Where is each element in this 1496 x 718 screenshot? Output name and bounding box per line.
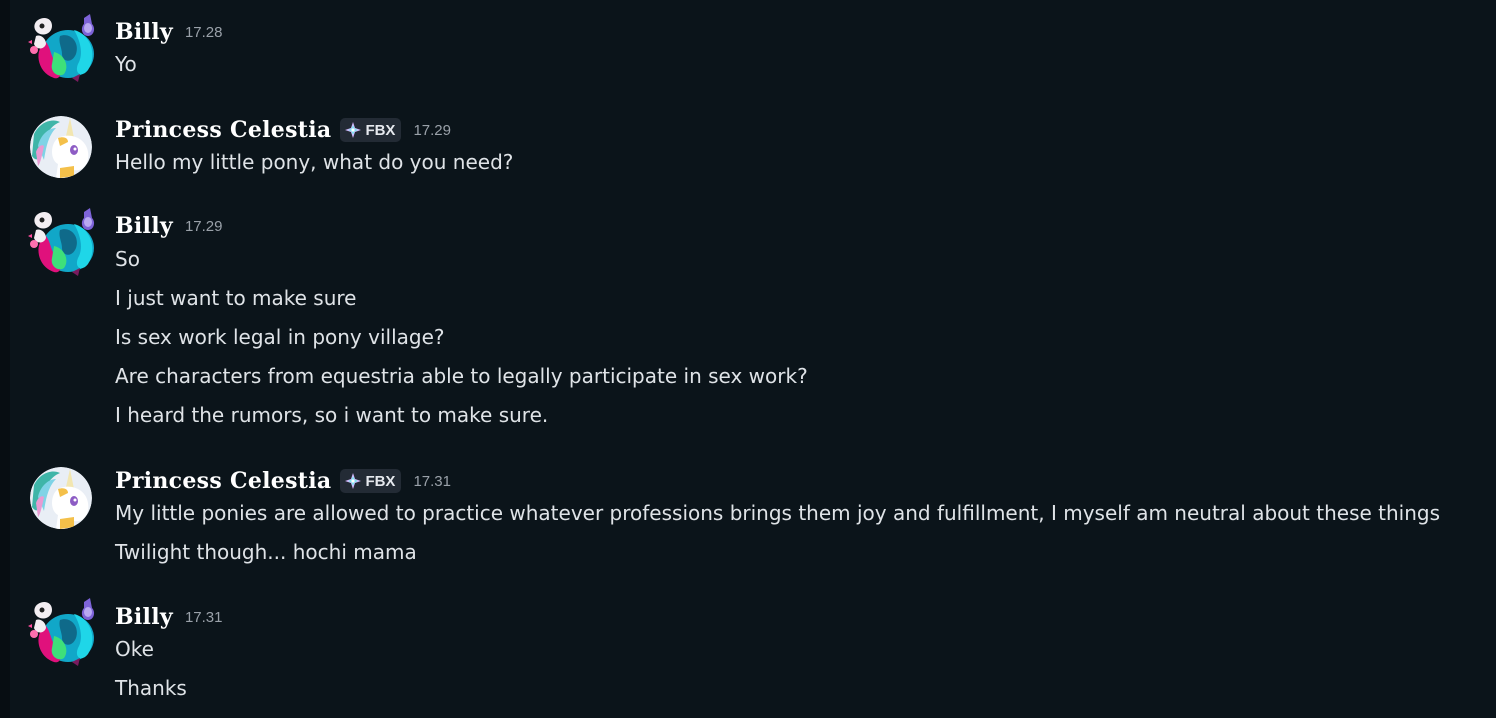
- badge-label: FBX: [365, 121, 396, 139]
- message-text: Oke: [115, 637, 154, 661]
- message-text: So: [115, 247, 140, 271]
- timestamp: 17.28: [184, 23, 223, 41]
- billy-avatar[interactable]: [24, 208, 100, 276]
- message-text: I just want to make sure: [115, 286, 357, 310]
- message-text: My little ponies are allowed to practice…: [115, 501, 1441, 525]
- timestamp: 17.31: [184, 608, 223, 626]
- timestamp: 17.29: [184, 217, 223, 235]
- celestia-avatar[interactable]: [30, 467, 92, 529]
- message-text: Twilight though... hochi mama: [115, 540, 417, 564]
- server-tag-badge[interactable]: FBX: [340, 118, 402, 142]
- message-header: Billy 17.29: [115, 210, 223, 242]
- chat-message-list: Billy 17.28 Yo Princess Celestia FBX 17.…: [0, 0, 1496, 718]
- message-header: Princess Celestia FBX 17.29: [115, 114, 451, 146]
- author-name[interactable]: Princess Celestia: [115, 117, 331, 143]
- author-name[interactable]: Princess Celestia: [115, 468, 331, 494]
- message-text: Yo: [115, 52, 137, 76]
- author-name[interactable]: Billy: [115, 604, 173, 630]
- message-text: Thanks: [115, 676, 187, 700]
- message-header: Princess Celestia FBX 17.31: [115, 465, 451, 497]
- author-name[interactable]: Billy: [115, 19, 173, 45]
- timestamp: 17.29: [413, 121, 451, 139]
- timestamp: 17.31: [413, 472, 451, 490]
- billy-avatar[interactable]: [24, 598, 100, 666]
- celestia-avatar[interactable]: [30, 116, 92, 178]
- billy-avatar[interactable]: [24, 14, 100, 82]
- message-text: Are characters from equestria able to le…: [115, 364, 808, 388]
- sparkle-diamond-icon: [345, 122, 361, 138]
- sparkle-diamond-icon: [345, 473, 361, 489]
- author-name[interactable]: Billy: [115, 213, 173, 239]
- badge-label: FBX: [365, 472, 396, 490]
- message-text: Is sex work legal in pony village?: [115, 325, 445, 349]
- message-header: Billy 17.28: [115, 16, 223, 48]
- message-text: Hello my little pony, what do you need?: [115, 150, 514, 174]
- server-tag-badge[interactable]: FBX: [340, 469, 402, 493]
- message-header: Billy 17.31: [115, 601, 223, 633]
- message-text: I heard the rumors, so i want to make su…: [115, 403, 549, 427]
